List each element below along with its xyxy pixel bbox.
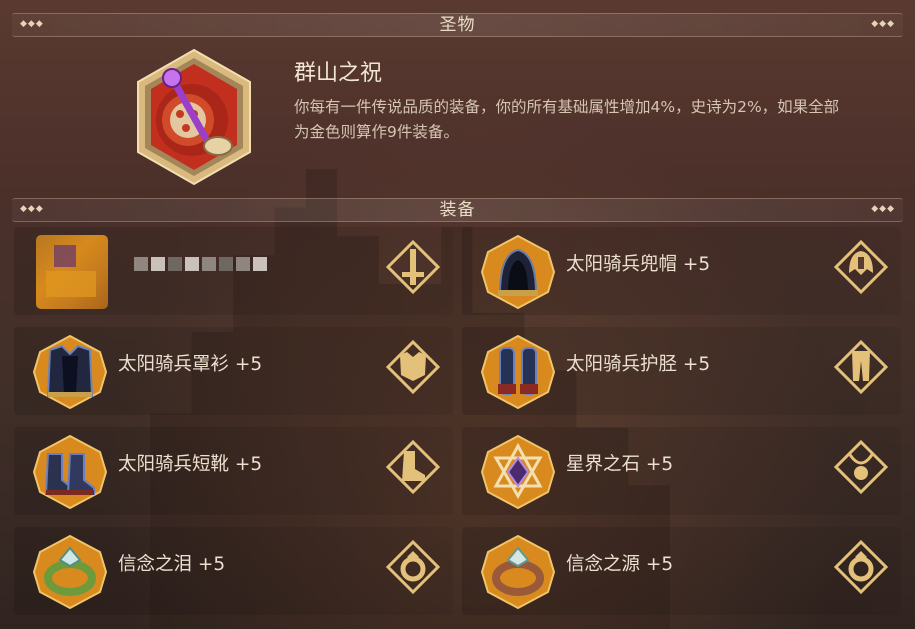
ornament-dots-right: ◆◆◆ xyxy=(871,19,895,29)
relic-section-title: 圣物 xyxy=(439,15,476,35)
item-name: 信念之源 +5 xyxy=(566,554,674,575)
obscured-weapon-name xyxy=(134,257,267,271)
helmet-slot-icon xyxy=(833,239,889,295)
item-name: 太阳骑兵护胫 +5 xyxy=(566,354,711,375)
equipment-slot-ring1[interactable]: 信念之泪 +5 xyxy=(14,527,453,615)
star-stone-icon[interactable] xyxy=(480,434,556,510)
chest-slot-icon xyxy=(385,339,441,395)
equipment-slot-helmet[interactable]: 太阳骑兵兜帽 +5 xyxy=(462,227,901,315)
legs-slot-icon xyxy=(833,339,889,395)
ring-slot-icon xyxy=(385,539,441,595)
equipment-section-header: ◆◆◆ 装备 ◆◆◆ xyxy=(12,198,903,222)
ring-bronze-icon[interactable] xyxy=(480,534,556,610)
equipment-slot-ring2[interactable]: 信念之源 +5 xyxy=(462,527,901,615)
ornament-dots-right: ◆◆◆ xyxy=(871,204,895,214)
boots-icon[interactable] xyxy=(32,434,108,510)
boots-slot-icon xyxy=(385,439,441,495)
relic-scepter-icon[interactable] xyxy=(128,48,260,186)
equipment-slot-boots[interactable]: 太阳骑兵短靴 +5 xyxy=(14,427,453,515)
obscured-weapon-icon[interactable] xyxy=(36,235,108,309)
relic-name: 群山之祝 xyxy=(294,61,383,86)
tabard-icon[interactable] xyxy=(32,334,108,410)
relic-section-header: ◆◆◆ 圣物 ◆◆◆ xyxy=(12,13,903,37)
amulet-slot-icon xyxy=(833,439,889,495)
equipment-slot-weapon[interactable] xyxy=(14,227,453,315)
relic-description: 你每有一件传说品质的装备，你的所有基础属性增加4%，史诗为2%，如果全部为金色则… xyxy=(294,98,840,141)
item-name: 太阳骑兵罩衫 +5 xyxy=(118,354,263,375)
greaves-icon[interactable] xyxy=(480,334,556,410)
item-name: 太阳骑兵兜帽 +5 xyxy=(566,254,711,275)
ring-green-icon[interactable] xyxy=(32,534,108,610)
item-name: 信念之泪 +5 xyxy=(118,554,226,575)
item-name: 太阳骑兵短靴 +5 xyxy=(118,454,263,475)
ring-slot-icon xyxy=(833,539,889,595)
hood-icon[interactable] xyxy=(480,234,556,310)
item-name: 星界之石 +5 xyxy=(566,454,674,475)
equipment-section-title: 装备 xyxy=(439,200,476,220)
equipment-slot-chest[interactable]: 太阳骑兵罩衫 +5 xyxy=(14,327,453,415)
weapon-slot-icon xyxy=(385,239,441,295)
equipment-slot-legs[interactable]: 太阳骑兵护胫 +5 xyxy=(462,327,901,415)
equipment-slot-amulet[interactable]: 星界之石 +5 xyxy=(462,427,901,515)
